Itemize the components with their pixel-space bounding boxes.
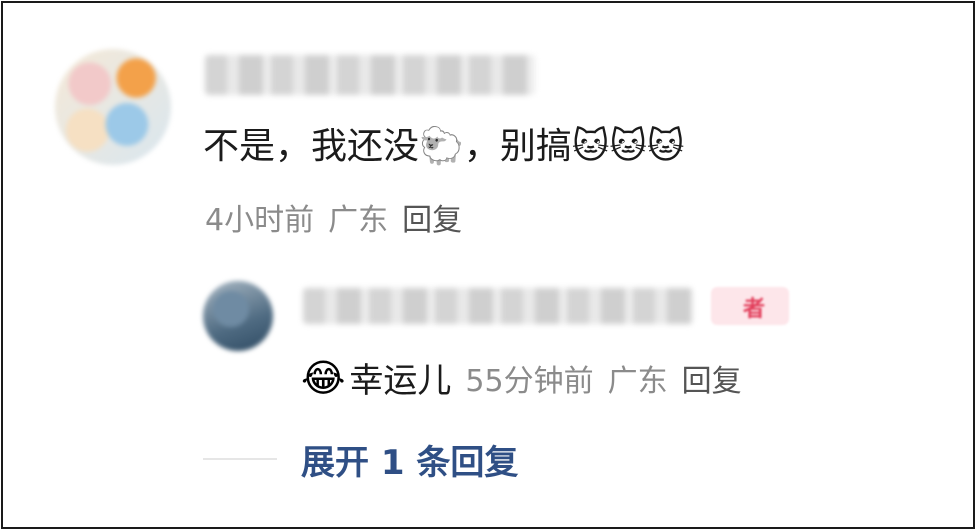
commenter-name-blurred[interactable] — [205, 55, 535, 95]
reply-reply-button[interactable]: 回复 — [682, 364, 742, 399]
replier-name-blurred[interactable] — [303, 288, 693, 324]
reply-time: 55分钟前 — [465, 363, 594, 399]
comment-reply-button[interactable]: 回复 — [402, 203, 462, 238]
author-badge: 者 — [711, 287, 789, 325]
author-badge-label: 者 — [743, 297, 766, 322]
replier-avatar[interactable] — [203, 281, 273, 351]
comment-frame: 不是，我还没🐑，别搞🐱🐱🐱 4小时前 广东 回复 者 😂 幸运儿 55分钟前 广东 回复… — [1, 1, 975, 529]
comment-text: 不是，我还没🐑，别搞🐱🐱🐱 — [203, 126, 685, 167]
reply-location: 广东 — [607, 363, 668, 399]
comment-location: 广东 — [328, 203, 389, 238]
laughing-crying-emoji-icon: 😂 — [301, 355, 346, 400]
commenter-avatar[interactable] — [55, 49, 171, 165]
comment-time: 4小时前 — [205, 203, 315, 238]
expand-divider — [203, 458, 277, 460]
reply-meta: 55分钟前 广东 回复 — [465, 356, 755, 400]
comment-meta: 4小时前 广东 回复 — [205, 195, 476, 239]
reply-content: 😂 幸运儿 55分钟前 广东 回复 — [301, 353, 756, 402]
reply-text: 幸运儿 — [349, 361, 452, 401]
expand-replies-button[interactable]: 展开 1 条回复 — [301, 435, 518, 484]
